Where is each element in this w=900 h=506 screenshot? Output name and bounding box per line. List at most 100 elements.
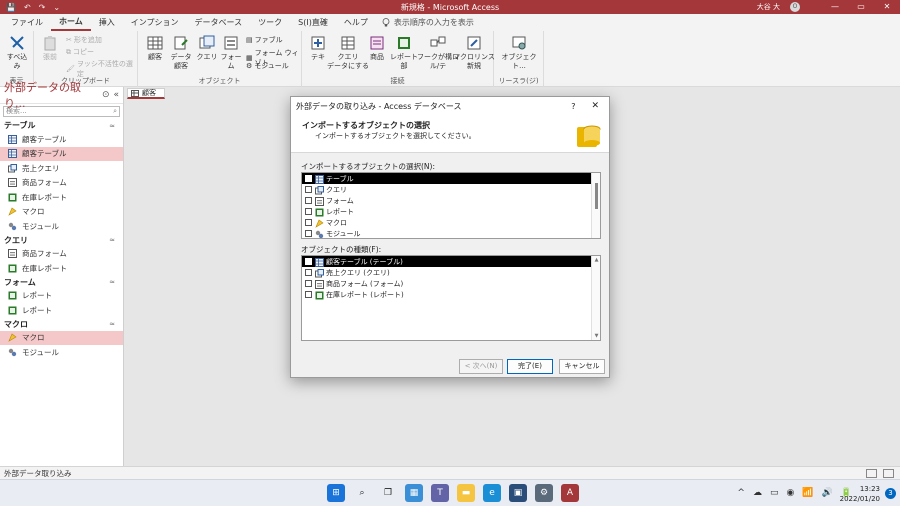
- nav-item[interactable]: 売上クエリ: [0, 161, 123, 176]
- chevron-up-icon[interactable]: ≈: [109, 122, 123, 130]
- workgroup-button[interactable]: フークが構ロ ル/テ: [417, 35, 459, 71]
- object-item[interactable]: 売上クエリ (クエリ): [302, 267, 600, 278]
- checkbox[interactable]: [305, 230, 312, 237]
- copy-button[interactable]: ⧉ コピー: [66, 47, 94, 57]
- object-type-item[interactable]: レポート: [302, 206, 600, 217]
- object-list-scrollbar[interactable]: ▲ ▼: [591, 256, 600, 340]
- checkbox[interactable]: [305, 269, 312, 276]
- user-name[interactable]: 大谷 大: [757, 2, 780, 12]
- cancel-button[interactable]: キャンセル: [559, 359, 605, 374]
- edge-icon[interactable]: e: [483, 484, 501, 502]
- nav-item[interactable]: 在庫レポート: [0, 190, 123, 205]
- view-button[interactable]: すべ込み: [4, 35, 30, 71]
- tab-home[interactable]: ホーム: [51, 14, 91, 31]
- object-type-item[interactable]: クエリ: [302, 184, 600, 195]
- module-button[interactable]: ⚙ モジュール: [246, 61, 289, 71]
- checkbox[interactable]: [305, 219, 312, 226]
- maximize-button[interactable]: ▭: [848, 0, 874, 14]
- nav-item[interactable]: モジュール: [0, 345, 123, 360]
- taskview-icon[interactable]: ❐: [379, 484, 397, 502]
- tab-import[interactable]: インプション: [123, 14, 187, 31]
- nav-item[interactable]: 商品フォーム: [0, 247, 123, 262]
- windows-icon[interactable]: ⊞: [327, 484, 345, 502]
- clock[interactable]: 13:23 2022/01/20: [840, 484, 880, 504]
- nav-item[interactable]: 顧客テーブル: [0, 132, 123, 147]
- widgets-icon[interactable]: ▦: [405, 484, 423, 502]
- redo-icon[interactable]: ↷: [39, 3, 46, 12]
- nav-item[interactable]: マクロ: [0, 205, 123, 220]
- finish-button[interactable]: 完了(E): [507, 359, 553, 374]
- nav-section-header[interactable]: クエリ ≈: [0, 234, 123, 247]
- design-view-icon[interactable]: [883, 468, 894, 478]
- scroll-up-icon[interactable]: ▲: [592, 257, 600, 263]
- object-item[interactable]: 商品フォーム (フォーム): [302, 278, 600, 289]
- paste-button[interactable]: 張前: [38, 35, 62, 62]
- dialog-close-button[interactable]: ✕: [591, 101, 609, 111]
- object-type-item[interactable]: フォーム: [302, 195, 600, 206]
- volume-icon[interactable]: 🔊: [822, 488, 833, 498]
- minimize-button[interactable]: —: [822, 0, 848, 14]
- monitor-icon[interactable]: ▭: [770, 488, 779, 498]
- wifi-icon[interactable]: 📶: [802, 488, 813, 498]
- query-data-button[interactable]: クエリ データにする: [327, 35, 369, 71]
- nav-item[interactable]: レポート: [0, 289, 123, 304]
- object-source-button[interactable]: オブジェクト...: [498, 35, 540, 71]
- search-icon[interactable]: ⌕: [353, 484, 371, 502]
- nav-section-header[interactable]: テーブル ≈: [0, 119, 123, 132]
- chevron-up-icon[interactable]: ≈: [109, 278, 123, 286]
- notification-badge[interactable]: 3: [885, 488, 896, 499]
- location-icon[interactable]: ◉: [786, 488, 794, 498]
- nav-item[interactable]: レポート: [0, 303, 123, 318]
- query-button[interactable]: クエリ: [196, 35, 218, 62]
- form-blank-button[interactable]: ▤ ファブル: [246, 35, 283, 45]
- document-tab[interactable]: 顧客: [127, 88, 165, 99]
- tray-overflow-icon[interactable]: ^: [737, 488, 745, 498]
- collapse-nav-icon[interactable]: «: [113, 90, 119, 100]
- scroll-thumb[interactable]: [595, 183, 598, 209]
- avatar[interactable]: O: [790, 2, 800, 12]
- checkbox[interactable]: [305, 280, 312, 287]
- customize-qat-icon[interactable]: ⌄: [53, 3, 60, 12]
- chevron-up-icon[interactable]: ≈: [109, 236, 123, 244]
- checkbox[interactable]: [305, 258, 312, 265]
- tab-insert[interactable]: 挿入: [91, 14, 123, 31]
- checkbox[interactable]: [305, 186, 312, 193]
- chevron-up-icon[interactable]: ≈: [109, 320, 123, 328]
- undo-icon[interactable]: ↶: [24, 3, 31, 12]
- back-button[interactable]: < 次へ(N): [459, 359, 503, 374]
- nav-item[interactable]: マクロ: [0, 330, 123, 345]
- close-window-button[interactable]: ✕: [874, 0, 900, 14]
- nav-menu-icon[interactable]: ⊙: [102, 90, 110, 100]
- nav-item[interactable]: 商品フォーム: [0, 176, 123, 191]
- products-button[interactable]: 商品: [366, 35, 388, 62]
- tab-extra[interactable]: S(I)直確: [290, 14, 336, 31]
- help-button[interactable]: ?: [571, 102, 591, 111]
- object-type-list[interactable]: テーブル クエリ フォーム レポート マクロ モジュール: [301, 172, 601, 239]
- store-icon[interactable]: ▣: [509, 484, 527, 502]
- macro-new-button[interactable]: マクロリンス 新規: [453, 35, 495, 71]
- table-button[interactable]: 顧客: [144, 35, 166, 62]
- tell-me-search[interactable]: 表示順序の入力を表示: [382, 17, 474, 28]
- teams-icon[interactable]: T: [431, 484, 449, 502]
- object-type-item[interactable]: マクロ: [302, 217, 600, 228]
- object-type-item[interactable]: モジュール: [302, 228, 600, 238]
- save-icon[interactable]: 💾: [6, 3, 16, 12]
- tab-file[interactable]: ファイル: [3, 14, 51, 31]
- form-button[interactable]: フォーム: [220, 35, 242, 71]
- explorer-icon[interactable]: ▬: [457, 484, 475, 502]
- object-item[interactable]: 顧客テーブル (テーブル): [302, 256, 600, 267]
- nav-section-header[interactable]: フォーム ≈: [0, 276, 123, 289]
- datasheet-view-icon[interactable]: [866, 468, 877, 478]
- cloud-icon[interactable]: ☁: [753, 488, 762, 498]
- nav-item[interactable]: モジュール: [0, 219, 123, 234]
- nav-item[interactable]: 在庫レポート: [0, 261, 123, 276]
- checkbox[interactable]: [305, 197, 312, 204]
- access-icon[interactable]: A: [561, 484, 579, 502]
- object-type-scrollbar[interactable]: [591, 173, 600, 238]
- object-type-item[interactable]: テーブル: [302, 173, 600, 184]
- nav-item[interactable]: 顧客テーブル: [0, 146, 123, 161]
- report-button[interactable]: レポート部: [388, 35, 420, 71]
- tab-help[interactable]: ヘルプ: [336, 14, 376, 31]
- cut-button[interactable]: ✂ 形を追加: [66, 35, 102, 45]
- table-design-button[interactable]: データ 顧客: [168, 35, 194, 71]
